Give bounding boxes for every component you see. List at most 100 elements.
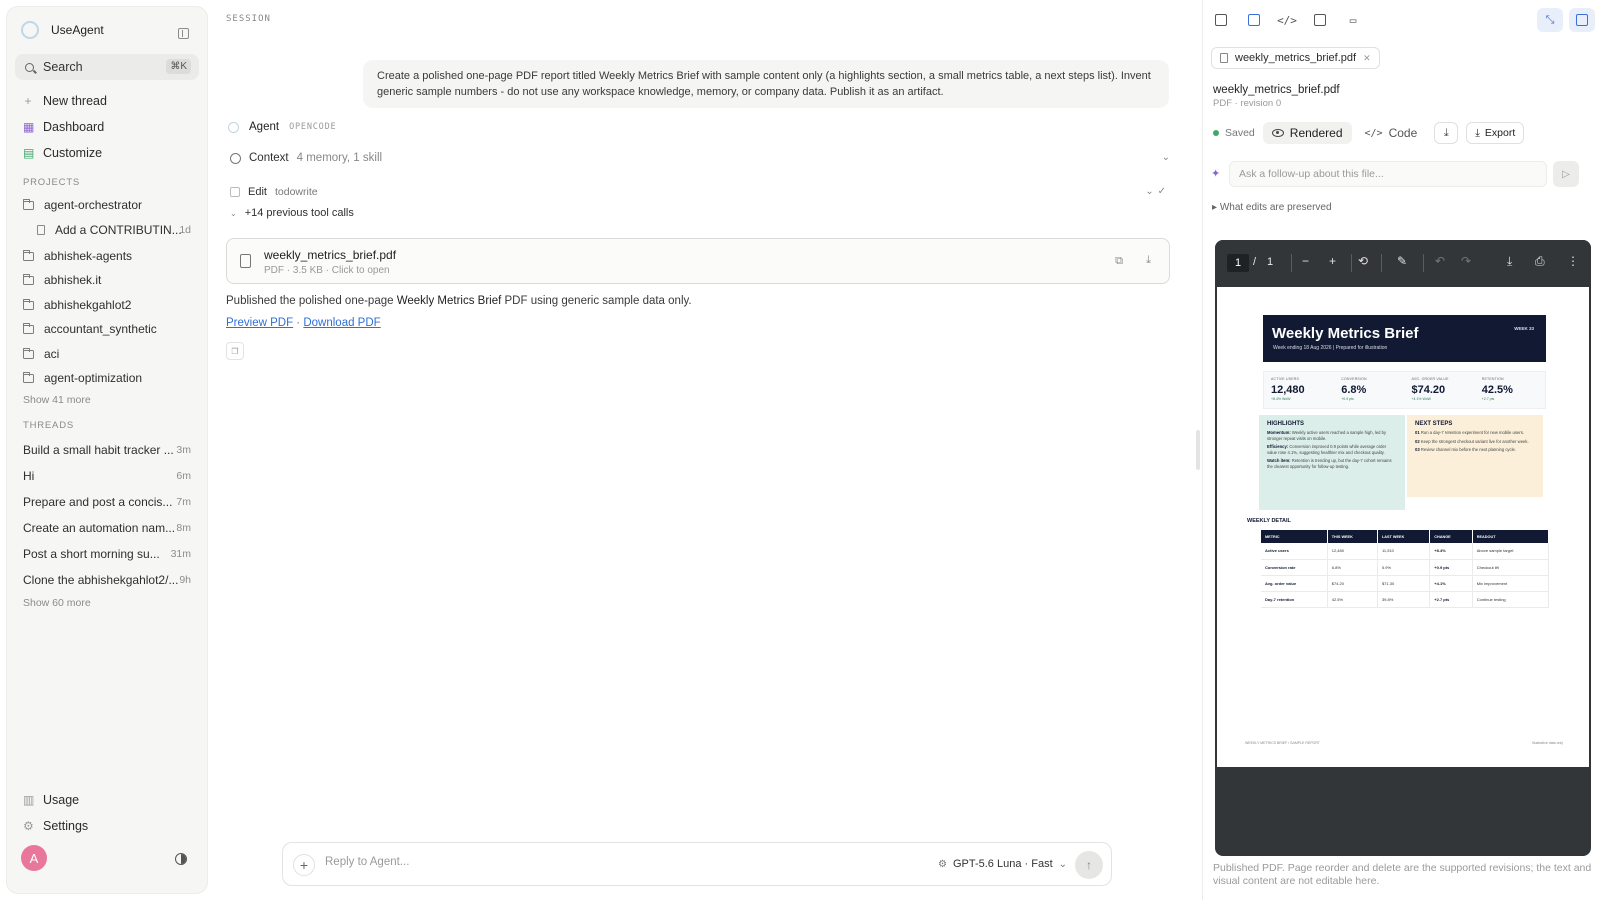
saved-dot-icon <box>1213 130 1219 136</box>
download-icon[interactable]: ⤓ <box>1507 254 1512 269</box>
code-icon[interactable]: </> <box>1277 12 1297 28</box>
nav-dashboard[interactable]: ▦ Dashboard <box>23 120 104 134</box>
context-row[interactable]: Context 4 memory, 1 skill ⌄ <box>230 152 1170 164</box>
rendered-label: Rendered <box>1289 126 1343 140</box>
thread-item[interactable]: Prepare and post a concis... <box>23 495 172 509</box>
file-card[interactable]: weekly_metrics_brief.pdf PDF · 3.5 KB · … <box>226 238 1170 284</box>
pdf-title: Weekly Metrics Brief <box>1272 325 1419 342</box>
pdf-week-tag: WEEK 33 <box>1514 326 1534 331</box>
zoom-in-icon[interactable]: + <box>1329 254 1336 268</box>
document-icon[interactable] <box>1213 12 1229 28</box>
thread-item[interactable]: Post a short morning su... <box>23 547 160 561</box>
expand-check-icon[interactable]: ⌄✓ <box>1145 186 1170 197</box>
export-button[interactable]: ⤓ Export <box>1466 122 1525 144</box>
terminal-icon[interactable] <box>1312 12 1328 28</box>
file-tab-label: weekly_metrics_brief.pdf <box>1235 52 1357 64</box>
table-row: Day-7 retention 42.5% 39.8% +2.7 pts Con… <box>1261 591 1550 608</box>
nav-new-thread[interactable]: + New thread <box>23 94 106 108</box>
close-icon[interactable]: ✕ <box>1363 53 1371 64</box>
folder-icon <box>23 273 34 285</box>
nav-settings[interactable]: ⚙ Settings <box>23 819 88 833</box>
previous-tool-calls[interactable]: ⌄ +14 previous tool calls <box>230 207 354 219</box>
published-message: Published the polished one-page Weekly M… <box>226 295 692 307</box>
project-item[interactable]: agent-orchestrator <box>23 198 142 212</box>
undo-icon[interactable]: ↶ <box>1435 254 1445 268</box>
open-external-icon[interactable]: ⧉ <box>1115 255 1123 268</box>
copy-icon[interactable]: ❐ <box>226 342 244 360</box>
collapse-sidebar-icon[interactable] <box>178 28 189 39</box>
edit-tool-row[interactable]: Edit todowrite ⌄✓ <box>230 186 1170 198</box>
table-row: Avg. order value $74.20 $71.30 +4.1% Mix… <box>1261 575 1550 592</box>
download-button[interactable]: ⤓ <box>1434 122 1459 144</box>
show-more-projects[interactable]: Show 41 more <box>23 394 91 406</box>
table-cell: +0.9 pts <box>1429 559 1473 576</box>
zoom-out-icon[interactable]: − <box>1302 254 1309 268</box>
brand[interactable]: UseAgent <box>21 21 104 39</box>
followup-send-button[interactable]: ▷ <box>1553 161 1579 187</box>
project-item[interactable]: abhishek-agents <box>23 249 132 263</box>
project-item[interactable]: accountant_synthetic <box>23 322 157 336</box>
download-pdf-link[interactable]: Download PDF <box>303 317 380 329</box>
usage-icon: ▥ <box>23 793 35 807</box>
thread-item[interactable]: Hi <box>23 469 34 483</box>
monitor-icon[interactable]: ▭ <box>1345 12 1361 28</box>
search-button[interactable]: Search ⌘K <box>15 54 199 80</box>
add-attachment-button[interactable]: + <box>293 854 315 876</box>
highlight-item: Efficiency: Conversion improved 0.9 poin… <box>1267 444 1397 455</box>
nav-usage[interactable]: ▥ Usage <box>23 793 79 807</box>
download-icon[interactable]: ⤓ <box>1146 254 1151 267</box>
print-icon[interactable]: ⎙ <box>1535 254 1545 269</box>
edits-preserved-disclosure[interactable]: ▸ What edits are preserved <box>1212 202 1332 213</box>
customize-icon: ▤ <box>23 146 35 160</box>
project-item[interactable]: aci <box>23 347 59 361</box>
file-tab[interactable]: weekly_metrics_brief.pdf ✕ <box>1211 47 1380 69</box>
page-number-input[interactable]: 1 <box>1227 254 1249 272</box>
pdf-page: Weekly Metrics Brief Week ending 18 Aug … <box>1217 287 1589 767</box>
reply-input[interactable] <box>325 856 885 868</box>
redo-icon[interactable]: ↷ <box>1461 254 1471 268</box>
session-label: SESSION <box>226 14 271 24</box>
file-panel: </> ▭ ⤡ weekly_metrics_brief.pdf ✕ weekl… <box>1202 0 1600 900</box>
theme-toggle-icon[interactable] <box>175 853 187 865</box>
preview-pdf-link[interactable]: Preview PDF <box>226 317 293 329</box>
model-label: GPT-5.6 Luna · Fast <box>952 858 1053 870</box>
table-cell: $74.20 <box>1327 575 1378 592</box>
more-options-icon[interactable]: ⋮ <box>1567 254 1579 268</box>
table-row: Active users 12,480 11,510 +8.4% Above s… <box>1261 543 1550 560</box>
previous-calls-label: +14 previous tool calls <box>244 207 354 219</box>
project-label: agent-optimization <box>44 371 143 385</box>
project-item[interactable]: abhishekgahlot2 <box>23 298 131 312</box>
project-item[interactable]: agent-optimization <box>23 371 142 385</box>
projects-section-label: PROJECTS <box>23 177 81 188</box>
model-selector[interactable]: ⚙ GPT-5.6 Luna · Fast ⌄ <box>938 858 1067 870</box>
avatar[interactable]: A <box>21 845 47 871</box>
table-cell: 6.8% <box>1327 559 1378 576</box>
panel-resize-handle[interactable] <box>1196 430 1200 470</box>
send-button[interactable]: ↑ <box>1075 851 1103 879</box>
nav-customize[interactable]: ▤ Customize <box>23 146 102 160</box>
metric-value: 12,480 <box>1271 384 1305 396</box>
project-thread-item[interactable]: Add a CONTRIBUTIN... <box>37 223 182 237</box>
preview-icon[interactable] <box>1246 12 1262 28</box>
rotate-icon[interactable]: ⟲ <box>1358 254 1368 268</box>
expand-icon[interactable]: ⤡ <box>1537 8 1563 32</box>
folder-icon <box>23 249 34 261</box>
project-item[interactable]: abhishek.it <box>23 273 101 287</box>
followup-input[interactable] <box>1229 161 1547 187</box>
annotate-icon[interactable]: ✎ <box>1397 254 1407 268</box>
metric-delta: +4.1% WoW <box>1411 397 1431 401</box>
metric-card: AVG. ORDER VALUE $74.20 +4.1% WoW <box>1405 372 1475 408</box>
thread-item[interactable]: Create an automation nam... <box>23 521 175 535</box>
side-panel-icon[interactable] <box>1569 8 1595 32</box>
code-tab[interactable]: </> Code <box>1356 122 1427 144</box>
metric-label: AVG. ORDER VALUE <box>1411 377 1449 381</box>
table-row: Conversion rate 6.8% 5.9% +0.9 pts Check… <box>1261 559 1550 576</box>
thread-item[interactable]: Clone the abhishekgahlot2/... <box>23 573 178 587</box>
metric-label: CONVERSION <box>1341 377 1367 381</box>
chevron-down-icon[interactable]: ⌄ <box>1162 152 1170 163</box>
thread-age: 8m <box>176 522 191 534</box>
show-more-threads[interactable]: Show 60 more <box>23 597 91 609</box>
thread-item[interactable]: Build a small habit tracker ... <box>23 443 174 457</box>
published-title: Weekly Metrics Brief <box>396 295 502 307</box>
rendered-tab[interactable]: Rendered <box>1262 122 1352 144</box>
